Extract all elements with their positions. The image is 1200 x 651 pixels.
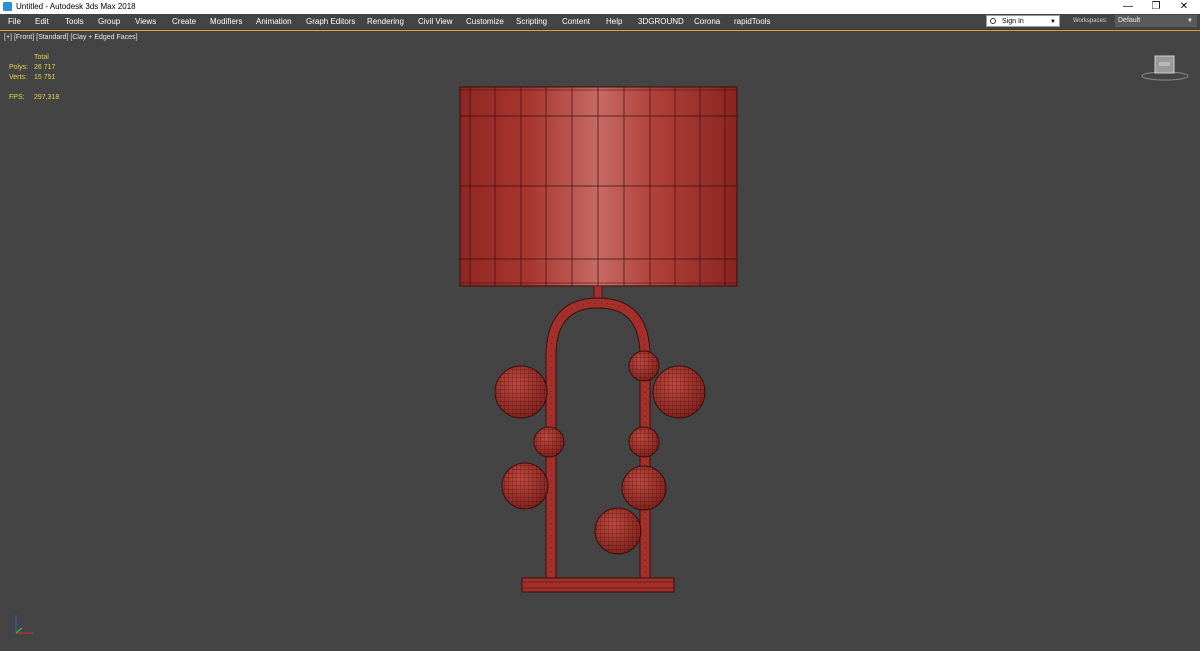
workspaces-label: Workspaces: xyxy=(1073,18,1108,24)
minimize-button[interactable]: — xyxy=(1114,0,1142,14)
lamp-spheres xyxy=(494,350,706,555)
menu-create[interactable]: Create xyxy=(172,14,196,29)
menu-tools[interactable]: Tools xyxy=(65,14,84,29)
3dsmax-icon xyxy=(3,2,12,11)
menu-modifiers[interactable]: Modifiers xyxy=(210,14,242,29)
menu-help[interactable]: Help xyxy=(606,14,622,29)
menu-rendering[interactable]: Rendering xyxy=(367,14,404,29)
sign-in-dropdown[interactable]: Sign In ▼ xyxy=(986,15,1060,27)
lamp-base xyxy=(521,577,675,593)
front-viewport[interactable]: [+] [Front] [Standard] [Clay + Edged Fac… xyxy=(0,30,1200,650)
menu-group[interactable]: Group xyxy=(98,14,120,29)
menu-scripting[interactable]: Scripting xyxy=(516,14,547,29)
menu-file[interactable]: File xyxy=(8,14,21,29)
axis-tripod-icon xyxy=(15,615,34,634)
restore-button[interactable]: ❐ xyxy=(1142,0,1170,14)
lamp-model[interactable] xyxy=(0,31,1200,651)
menu-graph-editors[interactable]: Graph Editors xyxy=(306,14,355,29)
menu-3dground[interactable]: 3DGROUND xyxy=(638,14,684,29)
menu-rapidtools[interactable]: rapidTools xyxy=(734,14,770,29)
menu-content[interactable]: Content xyxy=(562,14,590,29)
workspaces-value: Default xyxy=(1118,17,1141,24)
user-icon xyxy=(990,18,996,24)
chevron-down-icon: ▼ xyxy=(1050,19,1056,25)
workspaces-select[interactable]: Default ▼ xyxy=(1115,15,1197,27)
lamp-shade xyxy=(459,86,738,287)
menu-edit[interactable]: Edit xyxy=(35,14,49,29)
chevron-down-icon: ▼ xyxy=(1187,18,1193,24)
menu-customize[interactable]: Customize xyxy=(466,14,504,29)
menu-corona[interactable]: Corona xyxy=(694,14,720,29)
menu-civil-view[interactable]: Civil View xyxy=(418,14,453,29)
menu-views[interactable]: Views xyxy=(135,14,156,29)
window-title: Untitled - Autodesk 3ds Max 2018 xyxy=(16,2,136,11)
menu-animation[interactable]: Animation xyxy=(256,14,292,29)
sign-in-label: Sign In xyxy=(1002,18,1024,25)
close-button[interactable]: ✕ xyxy=(1170,0,1198,14)
title-bar: Untitled - Autodesk 3ds Max 2018 — ❐ ✕ xyxy=(0,0,1200,14)
